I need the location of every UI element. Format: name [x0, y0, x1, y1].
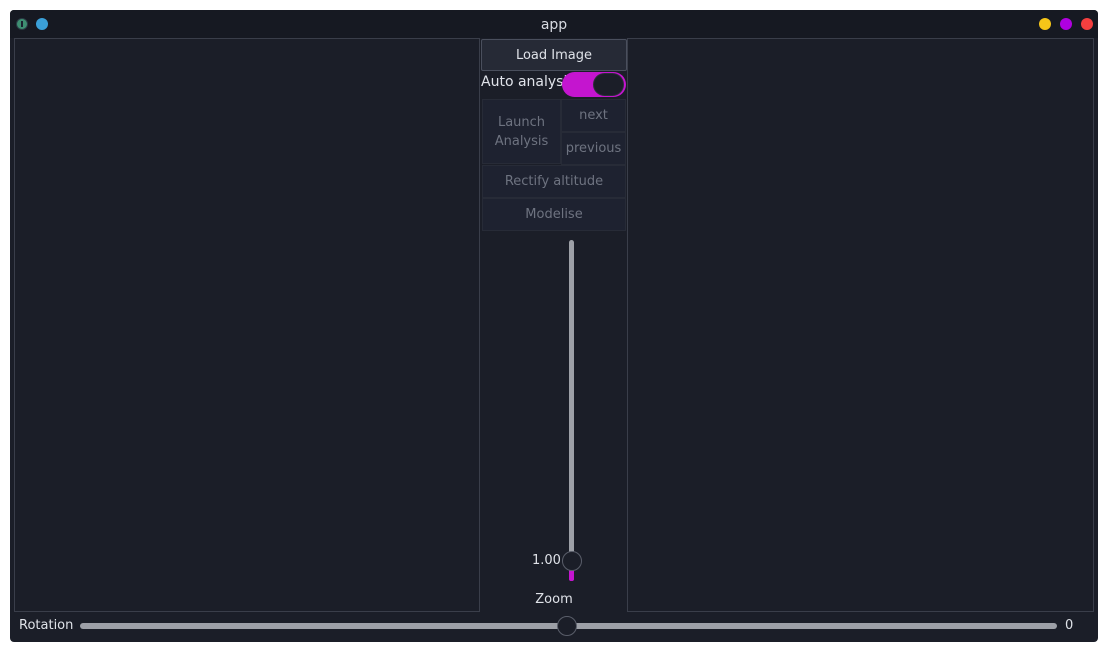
- zoom-value: 1.00: [532, 553, 561, 568]
- zoom-slider-track[interactable]: [569, 240, 574, 581]
- rotation-value: 0: [1065, 618, 1074, 633]
- left-image-panel: [14, 38, 480, 612]
- window-title: app: [540, 17, 568, 33]
- rotation-label: Rotation: [19, 618, 74, 633]
- right-image-panel: [627, 38, 1094, 612]
- modelise-button[interactable]: Modelise: [482, 198, 626, 231]
- toggle-knob: [593, 73, 624, 96]
- zoom-slider-handle[interactable]: [562, 551, 582, 571]
- auto-analysis-label: Auto analysis: [481, 74, 575, 90]
- auto-analysis-toggle[interactable]: [562, 72, 626, 97]
- rotation-slider-handle[interactable]: [557, 616, 577, 636]
- launch-analysis-button[interactable]: Launch Analysis: [482, 99, 561, 164]
- close-icon[interactable]: [1081, 18, 1093, 30]
- next-button[interactable]: next: [561, 99, 626, 132]
- previous-button[interactable]: previous: [561, 132, 626, 165]
- zoom-label: Zoom: [535, 592, 573, 607]
- rectify-altitude-button[interactable]: Rectify altitude: [482, 165, 626, 198]
- maximize-icon[interactable]: [1060, 18, 1072, 30]
- title-bar: app: [10, 10, 1098, 38]
- load-image-button[interactable]: Load Image: [481, 39, 627, 71]
- minimize-icon[interactable]: [1039, 18, 1051, 30]
- app-window: app Load Image Auto analysis Launch Anal…: [10, 10, 1098, 642]
